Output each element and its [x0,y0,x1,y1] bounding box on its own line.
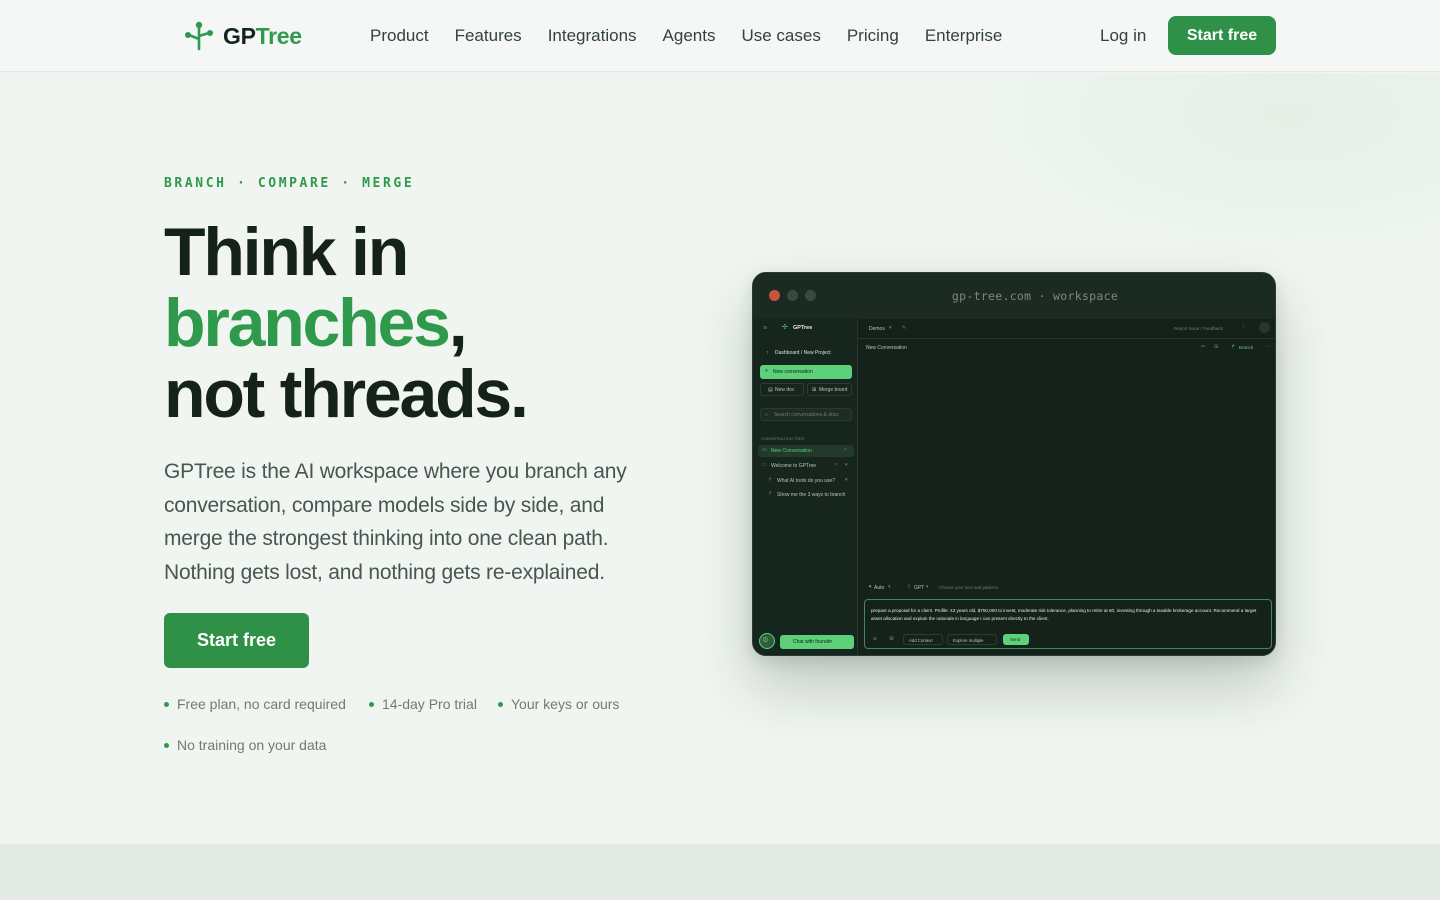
app-preview-window: gp-tree.com · workspace ≡ ✢ GPTree ↑ Das… [752,272,1276,656]
tree-heading: CONVERSATION TREE [761,436,805,441]
tree-logo-icon [185,21,213,51]
next-section-band [0,844,1440,900]
delete-icon[interactable]: × [844,447,847,453]
branch-icon: ↱ [1231,344,1236,350]
start-free-nav-button[interactable]: Start free [1168,16,1276,55]
logo[interactable]: GPTree [183,20,302,52]
app-brand: GPTree [793,325,813,331]
window-title-bar: gp-tree.com · workspace [753,273,1275,319]
globe-icon[interactable]: ⊕ [889,635,894,642]
perk-item: 14-day Pro trial [369,696,477,712]
layout-icon[interactable]: ⊞ [1214,344,1218,350]
bullet-dot-icon [164,742,169,748]
model-selector[interactable]: Demos [869,326,885,332]
hero-title-line1: Think in [164,214,409,290]
app-breadcrumb[interactable]: Dashboard / New Project [775,350,831,356]
composer-input[interactable]: prepare a proposal for a client. Profile… [871,607,1265,623]
edit-icon[interactable]: ✎ [902,325,906,331]
bullet-dot-icon [369,701,374,707]
nav-link-pricing[interactable]: Pricing [847,26,899,46]
chevron-down-icon[interactable]: ▾ [888,584,891,590]
nav-link-integrations[interactable]: Integrations [548,26,637,46]
tree-item[interactable]: Welcome to GPTree [771,463,816,469]
mode-gpt-selector[interactable]: GPT [914,585,924,591]
doc-icon: ▤ [768,387,773,393]
delete-icon[interactable]: × [835,462,838,468]
bullet-dot-icon [498,701,503,707]
logo-wordmark: GPTree [223,22,302,49]
chevron-down-icon[interactable]: ▾ [889,325,892,331]
chevron-down-icon[interactable]: ▾ [845,477,848,483]
start-free-hero-button[interactable]: Start free [164,613,309,668]
bell-icon[interactable]: ♢ [1241,324,1245,330]
menu-icon[interactable]: ≡ [763,325,767,332]
window-url: gp-tree.com · workspace [951,289,1119,303]
back-arrow-icon[interactable]: ↑ [766,350,769,356]
avatar[interactable]: ◫ [759,633,775,649]
app-screenshot: ≡ ✢ GPTree ↑ Dashboard / New Project + N… [753,319,1275,655]
nav-link-agents[interactable]: Agents [663,26,716,46]
plus-icon: + [765,368,768,374]
message-composer[interactable]: prepare a proposal for a client. Profile… [864,599,1272,649]
mode-auto-selector[interactable]: Auto [874,585,884,591]
hero-title-comma: , [448,285,468,361]
new-doc-button[interactable]: ▤ New doc [760,383,804,396]
branch-icon: ↱ [768,477,773,483]
hero-glow [940,73,1440,273]
branch-icon: ↱ [768,491,773,497]
send-button[interactable]: Send [1003,634,1029,645]
new-conversation-button[interactable]: + New conversation [760,365,852,379]
branch-button[interactable]: Branch [1239,345,1253,350]
report-issue-link[interactable]: Report issue / Feedback [1174,326,1223,331]
bullet-dot-icon [164,701,169,707]
app-logo-icon: ✢ [782,324,788,331]
attach-icon[interactable]: ⌀ [873,635,877,642]
nav-link-product[interactable]: Product [370,26,429,46]
hero-eyebrow: BRANCH · COMPARE · MERGE [164,176,415,191]
perk-item: Your keys or ours [498,696,619,712]
chevron-down-icon[interactable]: ▾ [845,462,848,468]
composer-hint: Choose your tone and patterns [939,585,999,590]
chevron-down-icon[interactable]: ▾ [926,584,929,590]
app-topbar: Demos ▾ ✎ Report issue / Feedback ♢ [858,319,1275,339]
more-icon[interactable]: ⋯ [1265,344,1270,350]
book-icon: ◫ [763,637,768,643]
login-link[interactable]: Log in [1100,26,1146,46]
search-icon: ⌕ [765,412,768,418]
chat-with-founder-button[interactable]: Chat with founder [780,635,854,649]
sparkle-icon: ✦ [868,584,873,590]
nav-link-enterprise[interactable]: Enterprise [925,26,1002,46]
profile-icon[interactable] [1259,322,1270,333]
sidebar-search-input[interactable]: ⌕ Search conversations & docs [760,408,852,421]
grid-icon: ⊞ [812,387,817,393]
top-nav: GPTree Product Features Integrations Age… [0,0,1440,72]
hero-title-highlight: branches [164,285,451,361]
chat-icon: ▭ [762,447,767,453]
upload-icon[interactable]: ⇪ [907,584,911,590]
hero-description: GPTree is the AI workspace where you bra… [164,460,627,584]
merge-board-button[interactable]: ⊞ Merge board [807,383,852,396]
nav-link-use-cases[interactable]: Use cases [741,26,820,46]
link-icon[interactable]: ⚯ [1201,344,1205,350]
hero-title: Think in branches, not threads. [164,214,529,432]
chat-icon: ▭ [762,462,767,468]
perk-item: Free plan, no card required [164,696,346,712]
conversation-title: New Conversation [866,345,907,351]
hero-title-line3: not threads. [164,356,529,432]
nav-link-features[interactable]: Features [455,26,522,46]
tree-item[interactable]: What AI tools do you use? [777,478,835,484]
app-sidebar: ≡ ✢ GPTree ↑ Dashboard / New Project + N… [753,319,858,655]
tree-item-active[interactable]: ▭ New Conversation × [758,445,854,457]
nav-links: Product Features Integrations Agents Use… [370,26,1002,46]
add-context-button[interactable]: Add Context [903,634,943,645]
perk-item: No training on your data [164,737,326,753]
tree-item[interactable]: Show me the 3 ways to branch [777,492,845,498]
explore-multiple-button[interactable]: Explore multiple [947,634,997,645]
